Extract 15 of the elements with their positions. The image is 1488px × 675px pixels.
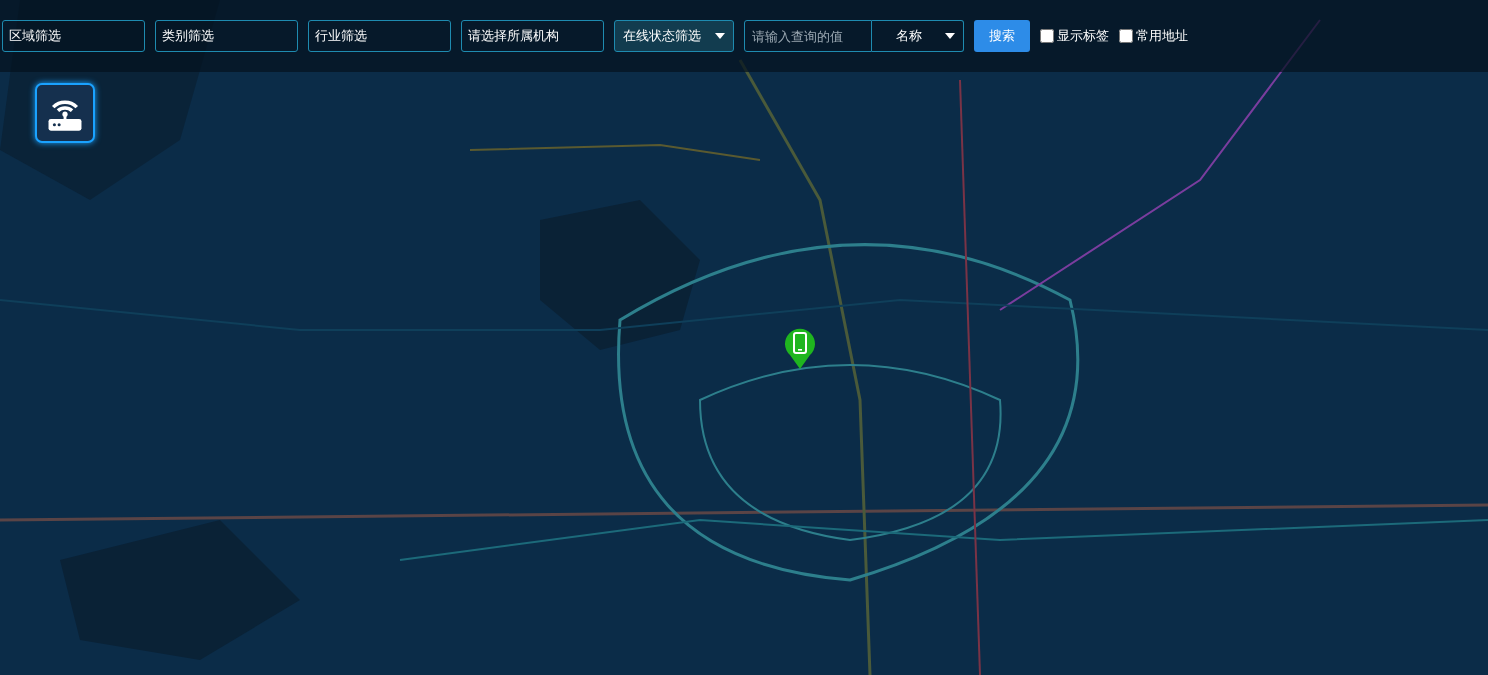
caret-icon <box>945 33 955 39</box>
router-button[interactable] <box>35 83 95 143</box>
phone-marker-icon[interactable] <box>784 327 816 369</box>
checkbox-label: 常用地址 <box>1136 27 1188 46</box>
filter-field[interactable]: 区域筛选 <box>2 20 145 52</box>
checkbox[interactable] <box>1119 29 1133 43</box>
checkbox-label: 显示标签 <box>1057 27 1109 46</box>
status-dropdown[interactable]: 在线状态筛选 <box>614 20 734 52</box>
query-field[interactable]: 请输入查询的值 <box>744 20 872 52</box>
caret-icon <box>715 33 725 39</box>
filter-field[interactable]: 类别筛选 <box>155 20 298 52</box>
filter-field[interactable]: 请选择所属机构 <box>461 20 604 52</box>
field-dropdown[interactable]: 名称 <box>872 20 964 52</box>
filter-field[interactable]: 行业筛选 <box>308 20 451 52</box>
checkbox[interactable] <box>1040 29 1054 43</box>
